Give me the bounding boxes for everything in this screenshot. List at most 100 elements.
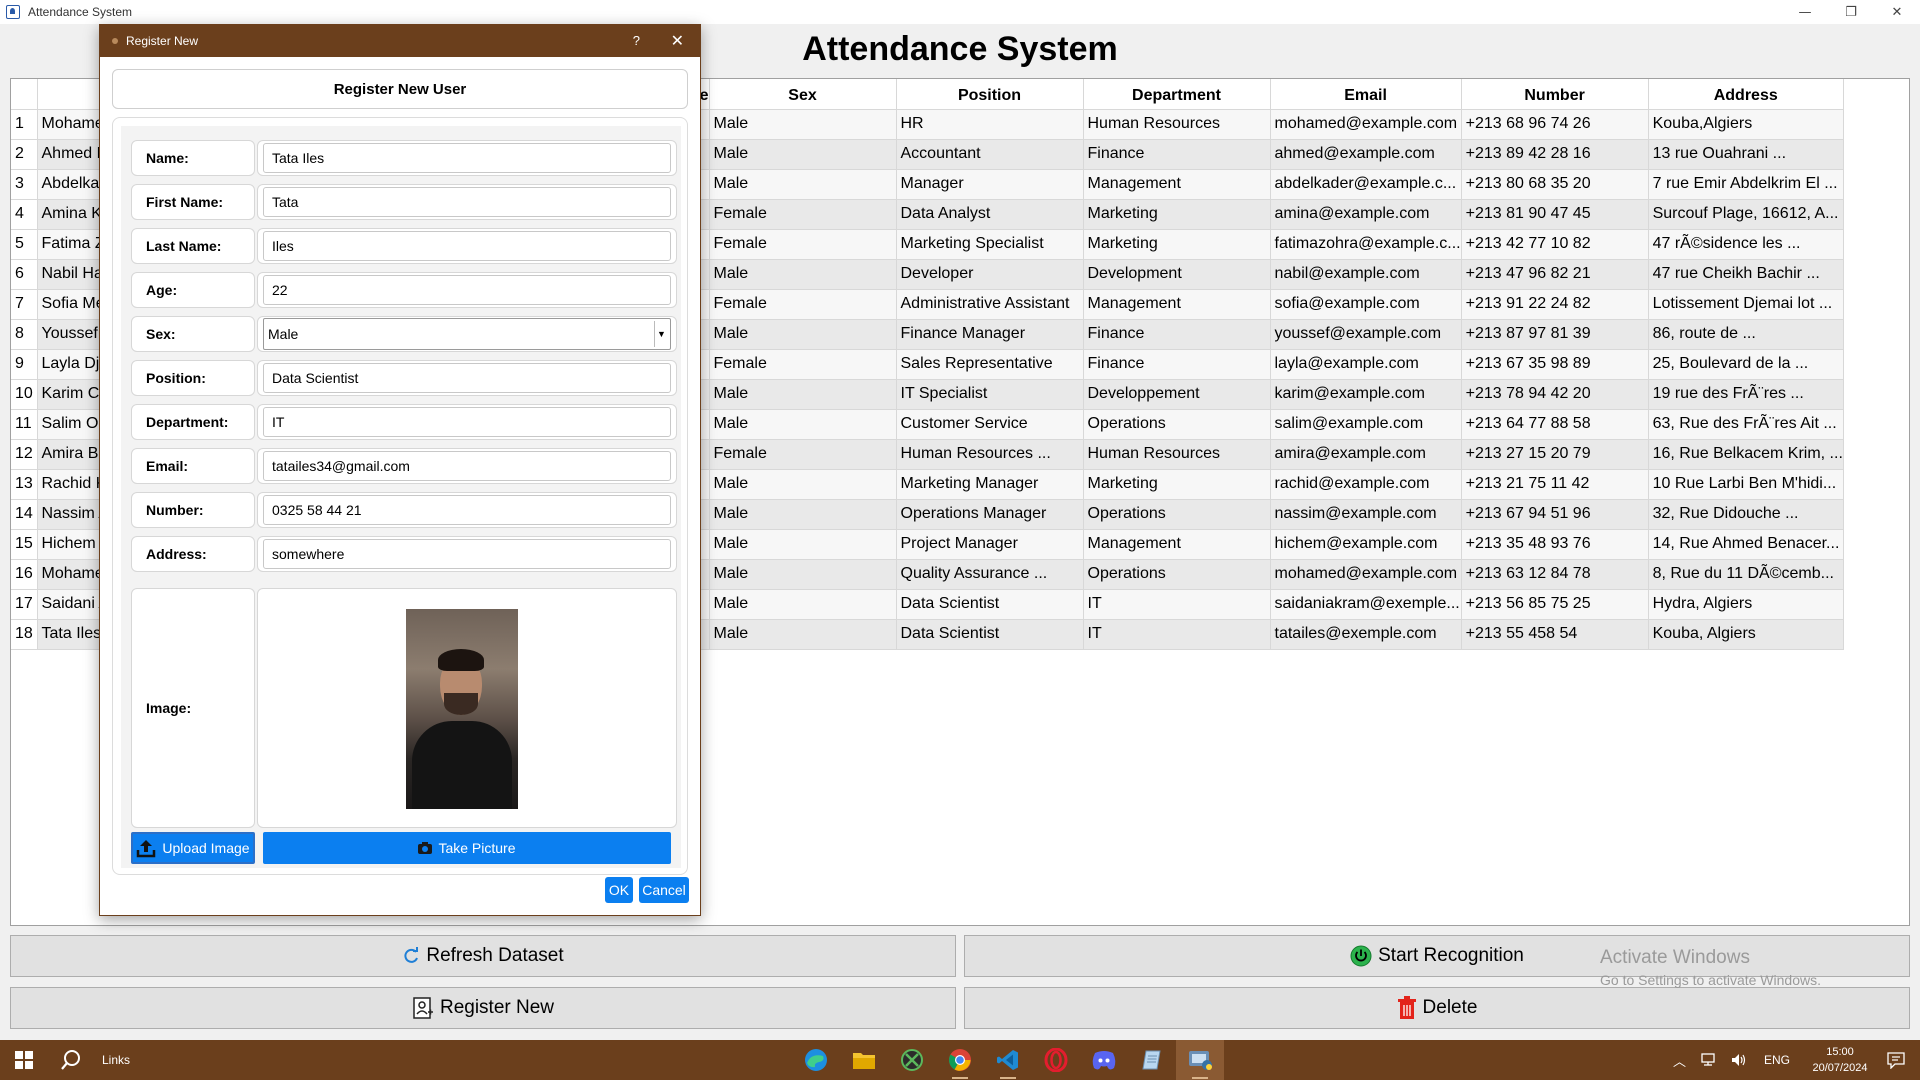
cell-email[interactable]: saidaniakram@exemple... [1270,589,1462,620]
header-department[interactable]: Department [1083,79,1271,110]
cell-sex[interactable]: Male [709,409,897,440]
cell-email[interactable]: tatailes@exemple.com [1270,619,1462,650]
cell-address[interactable]: 16, Rue Belkacem Krim, ... [1648,439,1844,470]
cell-email[interactable]: abdelkader@example.c... [1270,169,1462,200]
cell-sex[interactable]: Male [709,379,897,410]
input-language[interactable]: ENG [1764,1053,1790,1067]
cell-department[interactable]: Operations [1083,499,1271,530]
cell-number[interactable]: +213 55 458 54 [1461,619,1649,650]
cell-address[interactable]: Lotissement Djemai lot ... [1648,289,1844,320]
cell-address[interactable]: Kouba,Algiers [1648,109,1844,140]
cell-position[interactable]: Marketing Specialist [896,229,1084,260]
number-input[interactable]: 0325 58 44 21 [263,495,671,525]
cell-number[interactable]: +213 91 22 24 82 [1461,289,1649,320]
cell-address[interactable]: 32, Rue Didouche ... [1648,499,1844,530]
cell-position[interactable]: Data Scientist [896,619,1084,650]
cell-email[interactable]: amira@example.com [1270,439,1462,470]
name-input[interactable]: Tata Iles [263,143,671,173]
refresh-dataset-button[interactable]: Refresh Dataset [10,935,956,977]
cell-sex[interactable]: Female [709,349,897,380]
cell-sex[interactable]: Male [709,559,897,590]
header-email[interactable]: Email [1270,79,1462,110]
register-new-button[interactable]: Register New [10,987,956,1029]
cell-email[interactable]: ahmed@example.com [1270,139,1462,170]
cell-address[interactable]: Kouba, Algiers [1648,619,1844,650]
cell-address[interactable]: 63, Rue des FrÃ¨res Ait ... [1648,409,1844,440]
cell-number[interactable]: +213 64 77 88 58 [1461,409,1649,440]
cell-position[interactable]: Quality Assurance ... [896,559,1084,590]
cell-position[interactable]: IT Specialist [896,379,1084,410]
cell-position[interactable]: Marketing Manager [896,469,1084,500]
last-name-input[interactable]: Iles [263,231,671,261]
cell-sex[interactable]: Male [709,169,897,200]
cell-number[interactable]: +213 21 75 11 42 [1461,469,1649,500]
department-input[interactable]: IT [263,407,671,437]
cell-department[interactable]: Management [1083,169,1271,200]
cell-email[interactable]: mohamed@example.com [1270,559,1462,590]
cell-position[interactable]: Sales Representative [896,349,1084,380]
cell-position[interactable]: Project Manager [896,529,1084,560]
header-address[interactable]: Address [1648,79,1844,110]
cell-number[interactable]: +213 87 97 81 39 [1461,319,1649,350]
cell-number[interactable]: +213 68 96 74 26 [1461,109,1649,140]
cell-sex[interactable]: Male [709,589,897,620]
cell-number[interactable]: +213 47 96 82 21 [1461,259,1649,290]
cell-number[interactable]: +213 56 85 75 25 [1461,589,1649,620]
cell-position[interactable]: Human Resources ... [896,439,1084,470]
cell-email[interactable]: sofia@example.com [1270,289,1462,320]
cell-address[interactable]: 47 rue Cheikh Bachir ... [1648,259,1844,290]
minimize-button[interactable]: — [1782,0,1828,24]
taskbar-links-toolbar[interactable]: Links [102,1053,130,1067]
cell-email[interactable]: mohamed@example.com [1270,109,1462,140]
cell-number[interactable]: +213 27 15 20 79 [1461,439,1649,470]
cell-department[interactable]: Finance [1083,319,1271,350]
cell-address[interactable]: 14, Rue Ahmed Benacer... [1648,529,1844,560]
cell-position[interactable]: Customer Service [896,409,1084,440]
volume-icon[interactable] [1730,1052,1748,1068]
taskbar-opera[interactable] [1032,1040,1080,1080]
cell-position[interactable]: Administrative Assistant [896,289,1084,320]
cell-department[interactable]: Human Resources [1083,109,1271,140]
first-name-input[interactable]: Tata [263,187,671,217]
cell-email[interactable]: karim@example.com [1270,379,1462,410]
cell-department[interactable]: Marketing [1083,199,1271,230]
cell-email[interactable]: rachid@example.com [1270,469,1462,500]
cell-address[interactable]: 8, Rue du 11 DÃ©cemb... [1648,559,1844,590]
taskbar-python-app[interactable] [1176,1040,1224,1080]
cell-number[interactable]: +213 42 77 10 82 [1461,229,1649,260]
cell-address[interactable]: 13 rue Ouahrani ... [1648,139,1844,170]
cell-sex[interactable]: Male [709,139,897,170]
cell-number[interactable]: +213 89 42 28 16 [1461,139,1649,170]
cell-sex[interactable]: Male [709,469,897,500]
start-button[interactable] [0,1040,48,1080]
cell-department[interactable]: Development [1083,259,1271,290]
network-icon[interactable] [1700,1052,1718,1068]
cell-department[interactable]: Human Resources [1083,439,1271,470]
cell-address[interactable]: 86, route de ... [1648,319,1844,350]
cell-number[interactable]: +213 67 94 51 96 [1461,499,1649,530]
cell-sex[interactable]: Male [709,109,897,140]
upload-image-button[interactable]: Upload Image [131,832,255,864]
cell-department[interactable]: Management [1083,529,1271,560]
chevron-down-icon[interactable]: ▼ [654,321,668,347]
cell-address[interactable]: Hydra, Algiers [1648,589,1844,620]
cell-department[interactable]: Marketing [1083,469,1271,500]
taskbar-discord[interactable] [1080,1040,1128,1080]
cell-address[interactable]: Surcouf Plage, 16612, A... [1648,199,1844,230]
cell-email[interactable]: nassim@example.com [1270,499,1462,530]
age-input[interactable]: 22 [263,275,671,305]
cell-position[interactable]: Data Analyst [896,199,1084,230]
cell-position[interactable]: HR [896,109,1084,140]
cell-sex[interactable]: Male [709,619,897,650]
take-picture-button[interactable]: Take Picture [263,832,671,864]
cell-sex[interactable]: Male [709,529,897,560]
cell-department[interactable]: Marketing [1083,229,1271,260]
cell-position[interactable]: Data Scientist [896,589,1084,620]
ok-button[interactable]: OK [605,877,633,903]
taskbar-file-explorer[interactable] [840,1040,888,1080]
cell-sex[interactable]: Female [709,199,897,230]
cell-number[interactable]: +213 81 90 47 45 [1461,199,1649,230]
cell-sex[interactable]: Male [709,499,897,530]
cell-email[interactable]: layla@example.com [1270,349,1462,380]
taskbar-chrome[interactable] [936,1040,984,1080]
